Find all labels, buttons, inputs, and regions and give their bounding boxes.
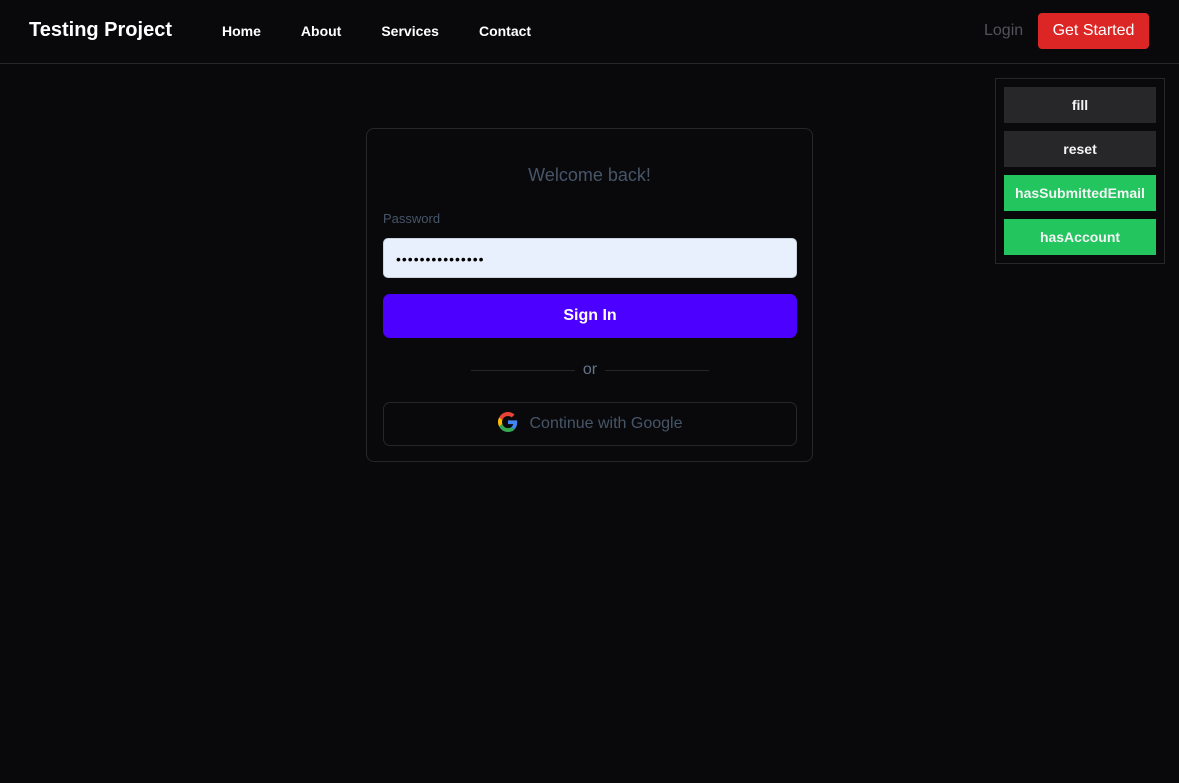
nav-links: Home About Services Contact xyxy=(222,23,531,39)
password-input[interactable]: ••••••••••••••• xyxy=(383,238,797,278)
divider-line xyxy=(471,369,575,371)
google-signin-button[interactable]: Continue with Google xyxy=(383,402,797,446)
nav-link-about[interactable]: About xyxy=(301,23,341,39)
has-account-button[interactable]: hasAccount xyxy=(1004,219,1156,255)
google-icon xyxy=(497,411,518,437)
get-started-button[interactable]: Get Started xyxy=(1038,13,1149,49)
brand-logo[interactable]: Testing Project xyxy=(29,19,172,42)
or-text: or xyxy=(582,361,598,378)
debug-panel: fill reset hasSubmittedEmail hasAccount xyxy=(995,78,1165,264)
or-divider: or xyxy=(471,361,710,379)
nav-link-services[interactable]: Services xyxy=(381,23,439,39)
divider-line xyxy=(605,369,710,371)
nav-link-contact[interactable]: Contact xyxy=(479,23,531,39)
login-card: Welcome back! Password ••••••••••••••• S… xyxy=(366,128,813,462)
card-title: Welcome back! xyxy=(528,165,651,185)
reset-button[interactable]: reset xyxy=(1004,131,1156,167)
has-submitted-email-button[interactable]: hasSubmittedEmail xyxy=(1004,175,1156,211)
login-link[interactable]: Login xyxy=(984,22,1023,40)
password-label: Password xyxy=(383,211,441,226)
google-button-label: Continue with Google xyxy=(529,415,683,432)
navbar: Testing Project Home About Services Cont… xyxy=(0,0,1179,64)
sign-in-button[interactable]: Sign In xyxy=(383,294,797,338)
fill-button[interactable]: fill xyxy=(1004,87,1156,123)
nav-link-home[interactable]: Home xyxy=(222,23,261,39)
